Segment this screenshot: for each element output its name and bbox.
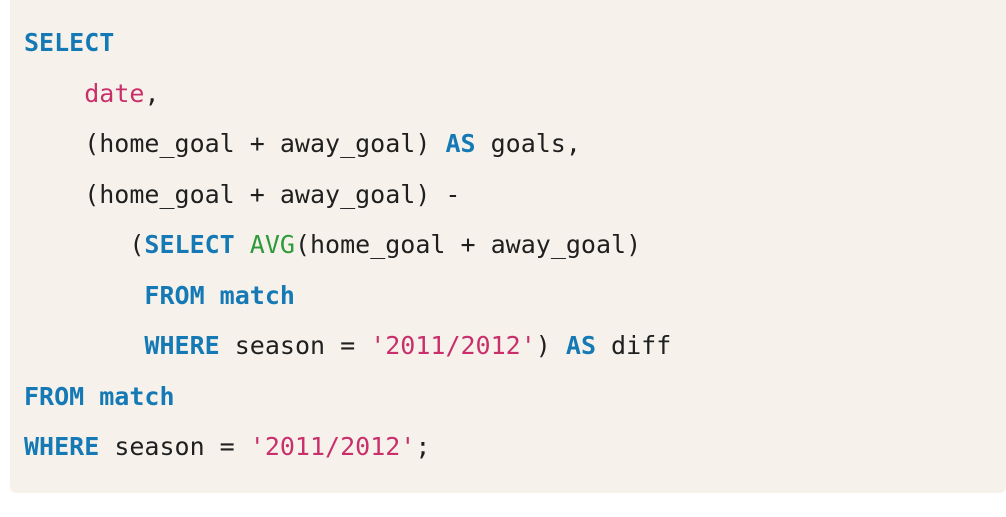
code-token: FROM match [144,280,295,310]
code-token: '2011/2012' [249,432,416,461]
code-token: SELECT [24,28,115,57]
code-token: WHERE [144,331,220,360]
code-token: AS [565,331,596,360]
code-line: WHERE season = '2011/2012'; [24,425,1006,476]
code-token: diff [596,331,672,360]
code-token: ) [535,331,566,360]
code-token: date [84,78,145,108]
code-token: WHERE [24,432,100,461]
code-token: AS [445,129,476,158]
code-token: season = [219,331,371,360]
code-token: (home_goal + away_goal) [24,129,446,158]
code-line: (home_goal + away_goal) AS goals, [24,122,1006,173]
code-line: date, [24,72,1006,123]
code-line: FROM match [24,375,1006,426]
code-token: (home_goal + away_goal) [294,230,642,259]
code-line: SELECT [24,21,1006,72]
code-token: AVG [249,230,295,259]
code-token: ( [24,230,145,259]
code-token: SELECT [144,230,235,259]
code-token: '2011/2012' [370,331,536,360]
code-token: , [144,78,160,108]
code-line: (SELECT AVG(home_goal + away_goal) [24,223,1006,274]
code-line: WHERE season = '2011/2012') AS diff [24,324,1006,375]
code-line: FROM match [24,274,1006,325]
code-token: goals, [475,129,581,158]
code-token: (home_goal + away_goal) - [24,179,461,209]
code-token: FROM match [24,381,175,411]
code-token: ; [415,432,431,461]
code-line: (home_goal + away_goal) - [24,173,1006,224]
code-block: SELECT date, (home_goal + away_goal) AS … [10,0,1006,493]
code-token: season = [99,432,250,461]
